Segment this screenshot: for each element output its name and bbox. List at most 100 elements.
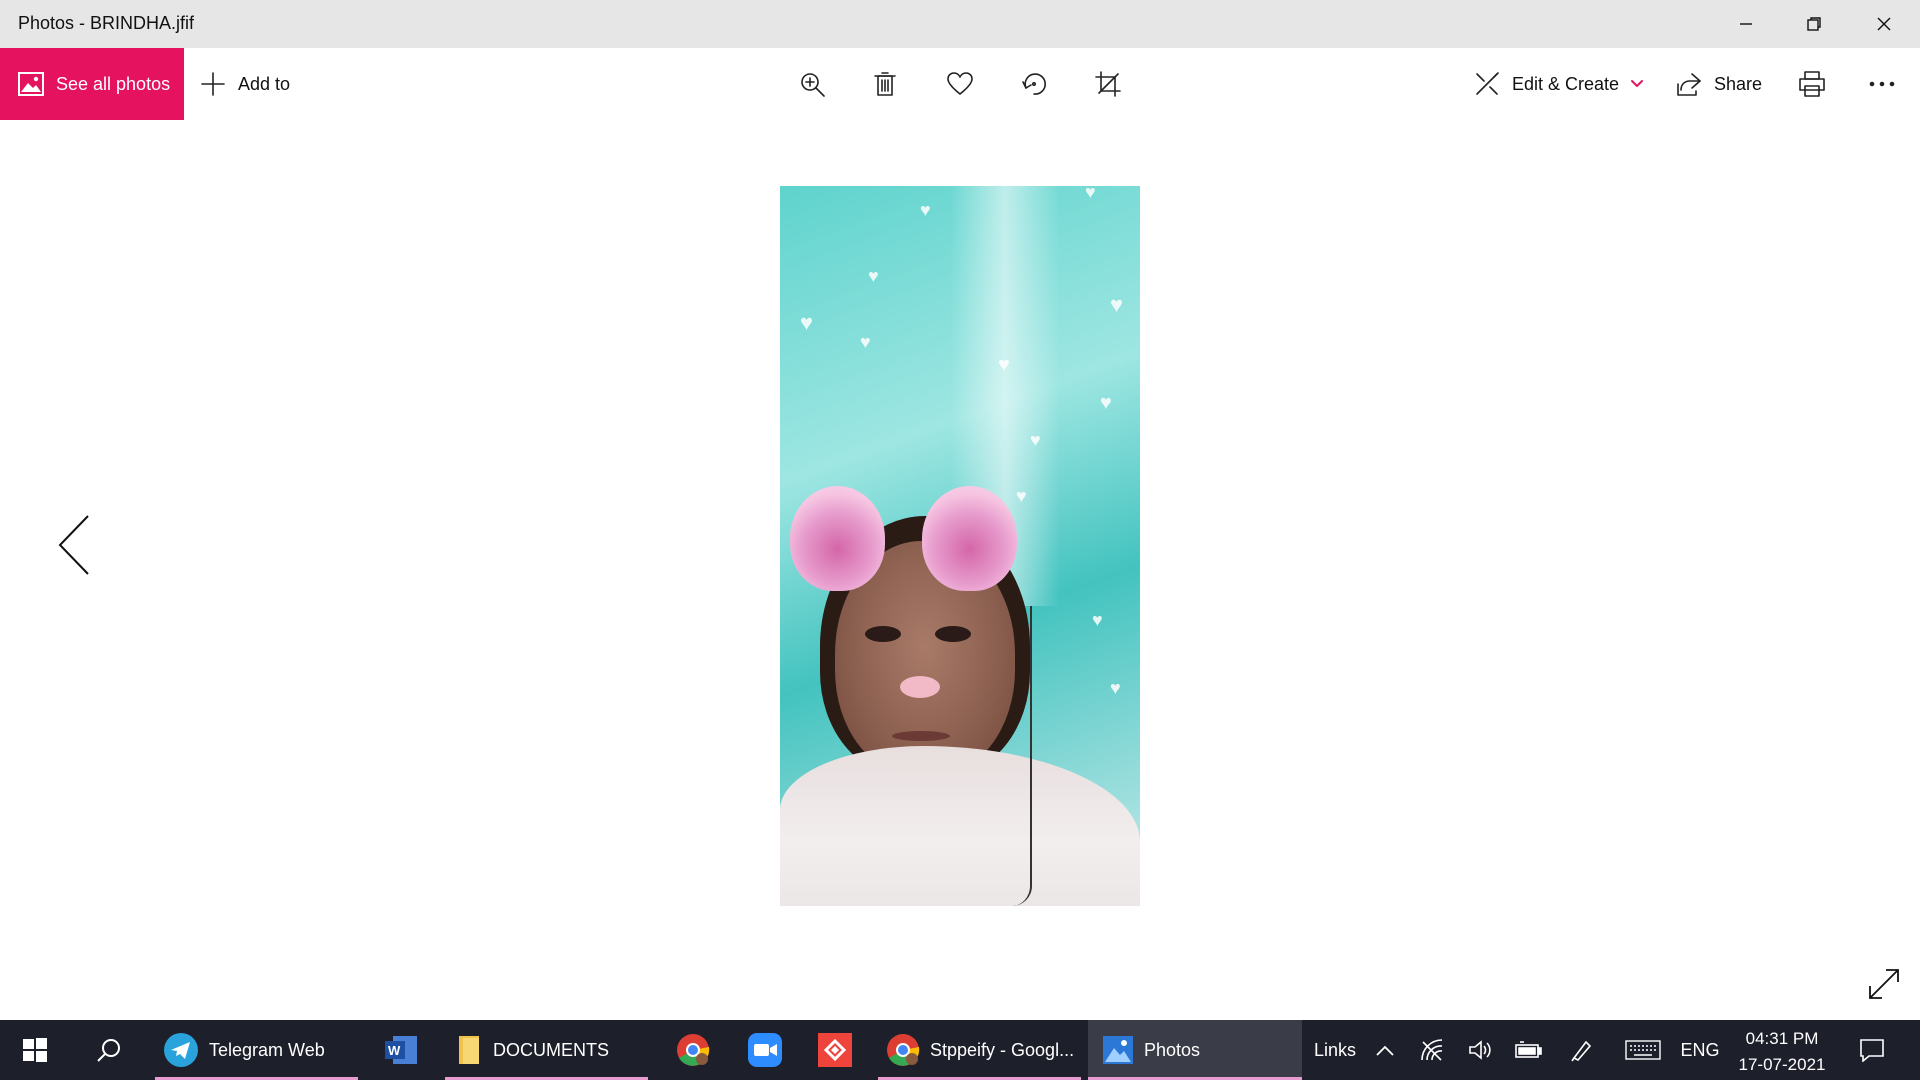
taskbar-app-anydesk[interactable] xyxy=(812,1020,858,1080)
fullscreen-icon xyxy=(1869,969,1899,999)
photo-viewer: ♥ ♥ ♥ ♥ ♥ ♥ ♥ ♥ ♥ ♥ ♥ ♥ xyxy=(0,120,1920,1020)
close-button[interactable] xyxy=(1850,0,1918,48)
taskbar-app-word[interactable]: W xyxy=(381,1020,421,1080)
folder-icon xyxy=(459,1036,479,1064)
plus-icon xyxy=(201,72,225,96)
taskbar-clock[interactable]: 04:31 PM 17-07-2021 xyxy=(1730,1026,1834,1078)
heart-decoration: ♥ xyxy=(860,332,871,352)
see-all-photos-button[interactable]: See all photos xyxy=(0,48,184,120)
chevron-up-icon xyxy=(1376,1045,1394,1056)
start-button[interactable] xyxy=(12,1020,58,1080)
share-label: Share xyxy=(1714,73,1763,94)
action-center-button[interactable] xyxy=(1852,1020,1892,1080)
restore-icon xyxy=(1807,17,1821,31)
print-icon xyxy=(1799,71,1825,97)
share-button[interactable]: Share xyxy=(1676,48,1762,120)
rotate-button[interactable] xyxy=(1020,48,1048,120)
notification-icon xyxy=(1860,1039,1884,1062)
favorite-button[interactable] xyxy=(946,48,974,120)
chevron-left-icon xyxy=(58,515,89,575)
zoom-in-icon xyxy=(801,73,825,97)
chevron-down-icon xyxy=(1631,80,1644,87)
picture-icon xyxy=(18,72,44,96)
previous-photo-button[interactable] xyxy=(52,510,96,580)
heart-decoration: ♥ xyxy=(920,200,931,220)
taskbar-search-button[interactable] xyxy=(86,1020,132,1080)
share-icon xyxy=(1677,73,1701,96)
taskbar-app-zoom[interactable] xyxy=(742,1020,788,1080)
photo-earphone-wire xyxy=(1012,606,1032,906)
word-icon: W xyxy=(385,1036,417,1064)
photo-mouth xyxy=(892,731,950,741)
heart-decoration: ♥ xyxy=(1110,292,1124,317)
photos-app-icon xyxy=(1103,1036,1133,1064)
heart-icon xyxy=(947,72,973,95)
language-label: ENG xyxy=(1680,1039,1720,1060)
taskbar-app-documents[interactable]: DOCUMENTS xyxy=(445,1020,648,1080)
edit-create-label: Edit & Create xyxy=(1512,73,1620,94)
taskbar-app-photos[interactable]: Photos xyxy=(1088,1020,1302,1080)
wifi-icon xyxy=(1421,1039,1443,1061)
toolbar: See all photos Add to Edit & Create Shar… xyxy=(0,48,1920,120)
photo-cat-ear-left xyxy=(790,486,885,591)
photo-nose xyxy=(900,676,940,698)
trash-icon xyxy=(874,72,896,96)
heart-decoration: ♥ xyxy=(1100,392,1112,414)
heart-decoration: ♥ xyxy=(800,310,814,335)
taskbar-app-chrome[interactable] xyxy=(670,1020,716,1080)
heart-decoration: ♥ xyxy=(1085,186,1096,202)
search-icon xyxy=(97,1039,120,1062)
pen-workspace-button[interactable] xyxy=(1564,1020,1600,1080)
zoom-meetings-icon xyxy=(748,1033,782,1067)
show-hidden-icons-button[interactable] xyxy=(1370,1020,1400,1080)
links-toolbar[interactable]: Links xyxy=(1310,1020,1360,1080)
battery-button[interactable] xyxy=(1510,1020,1546,1080)
taskbar: Telegram Web W DOCUMENTS Stppeify - Goog… xyxy=(0,1020,1920,1080)
minimize-button[interactable] xyxy=(1712,0,1780,48)
taskbar-app-label: Telegram Web xyxy=(209,1039,325,1060)
pen-icon xyxy=(1571,1040,1592,1062)
heart-decoration: ♥ xyxy=(1110,678,1121,698)
rotate-icon xyxy=(1022,73,1046,95)
taskbar-app-chrome-window[interactable]: Stppeify - Googl... xyxy=(878,1020,1081,1080)
photo-cat-ear-right xyxy=(922,486,1017,591)
heart-decoration: ♥ xyxy=(1092,610,1103,630)
network-button[interactable] xyxy=(1414,1020,1450,1080)
svg-text:W: W xyxy=(388,1043,401,1058)
speaker-icon xyxy=(1469,1040,1491,1060)
photo-eye-right xyxy=(935,626,971,642)
add-to-button[interactable]: Add to xyxy=(200,48,290,120)
battery-icon xyxy=(1515,1041,1542,1058)
zoom-button[interactable] xyxy=(798,48,826,120)
heart-decoration: ♥ xyxy=(998,354,1010,376)
clock-time: 04:31 PM xyxy=(1745,1029,1819,1048)
crop-icon xyxy=(1095,71,1121,97)
photo-eye-left xyxy=(865,626,901,642)
edit-create-button[interactable]: Edit & Create xyxy=(1474,48,1645,120)
heart-decoration: ♥ xyxy=(1030,430,1041,450)
fullscreen-button[interactable] xyxy=(1866,966,1902,1002)
restore-button[interactable] xyxy=(1780,0,1848,48)
taskbar-app-label: DOCUMENTS xyxy=(493,1039,609,1060)
crop-button[interactable] xyxy=(1094,48,1122,120)
window-title: Photos - BRINDHA.jfif xyxy=(18,13,195,33)
input-language-button[interactable]: ENG xyxy=(1680,1020,1720,1080)
delete-button[interactable] xyxy=(872,48,898,120)
photo-image: ♥ ♥ ♥ ♥ ♥ ♥ ♥ ♥ ♥ ♥ ♥ ♥ xyxy=(780,186,1140,906)
print-button[interactable] xyxy=(1798,48,1826,120)
clock-date: 17-07-2021 xyxy=(1738,1055,1826,1074)
title-bar: Photos - BRINDHA.jfif xyxy=(0,0,1920,48)
close-icon xyxy=(1877,17,1891,31)
minimize-icon xyxy=(1740,23,1752,25)
more-icon xyxy=(1869,81,1895,87)
touch-keyboard-button[interactable] xyxy=(1620,1020,1666,1080)
heart-decoration: ♥ xyxy=(1016,486,1027,506)
more-button[interactable] xyxy=(1868,48,1896,120)
links-label: Links xyxy=(1313,1039,1357,1060)
taskbar-app-telegram[interactable]: Telegram Web xyxy=(155,1020,358,1080)
edit-create-icon xyxy=(1476,72,1499,95)
heart-decoration: ♥ xyxy=(868,266,879,286)
taskbar-app-label: Stppeify - Googl... xyxy=(930,1039,1075,1060)
anydesk-icon xyxy=(818,1033,852,1067)
volume-button[interactable] xyxy=(1462,1020,1498,1080)
